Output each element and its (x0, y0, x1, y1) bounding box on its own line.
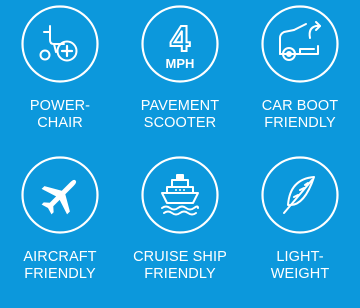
features-panel: POWER- CHAIR 4 MPH PAVEMENT SCOOTER CAR … (0, 0, 360, 308)
car-boot-icon (260, 4, 340, 84)
wheelchair-plus-icon (20, 4, 100, 84)
speed-unit: MPH (166, 56, 195, 71)
feature-label-line1: LIGHT- (276, 249, 324, 265)
feature-label-line2: SCOOTER (143, 115, 217, 131)
feature-label-line2: FRIENDLY (24, 266, 96, 282)
feature-label: LIGHT- WEIGHT (240, 249, 360, 283)
feature-label: AIRCRAFT FRIENDLY (0, 249, 120, 283)
feature-label: CRUISE SHIP FRIENDLY (120, 249, 240, 283)
feature-label: CAR BOOT FRIENDLY (240, 98, 360, 132)
cruise-ship-icon (140, 155, 220, 235)
feature-label-line1: CAR BOOT (261, 98, 339, 114)
feature-label-line2: WEIGHT (270, 266, 330, 282)
feature-label-line2: CHAIR (37, 115, 83, 131)
feather-icon (260, 155, 340, 235)
feature-label-line1: POWER- (29, 98, 91, 114)
feature-label-line1: CRUISE SHIP (133, 249, 227, 265)
feature-label: PAVEMENT SCOOTER (120, 98, 240, 132)
feature-label-line2: FRIENDLY (144, 266, 216, 282)
feature-label-line1: AIRCRAFT (23, 249, 97, 265)
airplane-icon (20, 155, 100, 235)
feature-label-line1: PAVEMENT (140, 98, 220, 114)
feature-label: POWER- CHAIR (0, 98, 120, 132)
speed-number: 4 (170, 18, 190, 59)
feature-label-line2: FRIENDLY (264, 115, 336, 131)
speed-4-mph-icon: 4 MPH (140, 4, 220, 84)
